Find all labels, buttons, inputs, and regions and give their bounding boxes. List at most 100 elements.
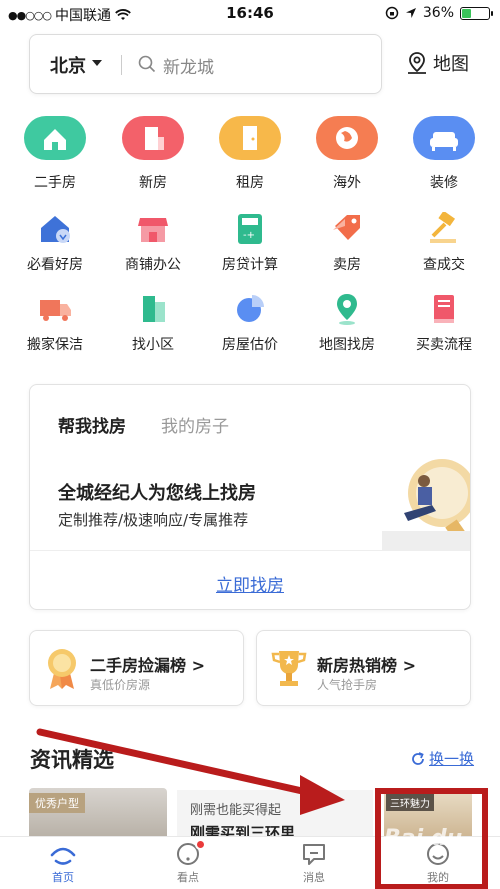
status-bar: ●●○○○ 中国联通 16:46 36% xyxy=(0,0,500,26)
service-mortgage-calc[interactable]: -+ 房贷计算 xyxy=(205,212,295,274)
category-rent[interactable]: 租房 xyxy=(205,116,295,192)
globe-icon xyxy=(316,116,378,160)
service-label: 查成交 xyxy=(423,257,465,273)
ranking-title: 二手房捡漏榜 > xyxy=(90,652,205,676)
news-tag: 优秀户型 xyxy=(29,793,85,813)
service-process[interactable]: 买卖流程 xyxy=(399,292,489,354)
card-headline: 全城经纪人为您线上找房 xyxy=(58,483,256,504)
ranking-title-text: 二手房捡漏榜 xyxy=(90,656,187,675)
search-input[interactable]: 新龙城 xyxy=(163,53,214,78)
service-transactions[interactable]: 查成交 xyxy=(399,210,489,274)
search-icon xyxy=(138,55,156,73)
calculator-icon: -+ xyxy=(232,212,268,246)
tab-label: 我的 xyxy=(427,871,449,884)
ranking-title-text: 新房热销榜 xyxy=(317,656,398,675)
message-icon xyxy=(300,841,328,867)
pie-chart-icon xyxy=(232,292,268,326)
city-selector[interactable]: 北京 xyxy=(50,52,86,78)
news-item-1[interactable]: 优秀户型 xyxy=(29,788,167,836)
battery-icon xyxy=(460,6,493,20)
divider xyxy=(30,550,470,551)
door-icon xyxy=(219,116,281,160)
watermark: Bai du xyxy=(384,826,463,851)
service-sell[interactable]: 卖房 xyxy=(302,212,392,274)
news-caption: 刚需也能买得起 xyxy=(190,803,282,818)
tab-discover[interactable]: 看点 xyxy=(148,839,228,885)
service-label: 商铺办公 xyxy=(125,257,181,273)
chevron-right-icon: > xyxy=(402,656,416,675)
refresh-label: 换一换 xyxy=(429,750,475,768)
new-home-hot-ranking[interactable]: 新房热销榜 > 人气抢手房 xyxy=(256,630,471,706)
tab-label: 首页 xyxy=(52,871,74,884)
service-must-see[interactable]: 必看好房 xyxy=(10,212,100,274)
refresh-icon xyxy=(412,751,424,765)
map-label: 地图 xyxy=(433,54,469,75)
service-label: 房贷计算 xyxy=(222,257,278,273)
service-label: 地图找房 xyxy=(319,337,375,353)
ranking-subtitle: 人气抢手房 xyxy=(317,678,378,692)
map-button[interactable]: 地图 xyxy=(405,50,469,76)
category-label: 租房 xyxy=(236,175,264,191)
find-now-link[interactable]: 立即找房 xyxy=(30,571,470,596)
news-tag: 三环魅力 xyxy=(386,794,434,811)
news-section-title: 资讯精选 xyxy=(30,748,114,772)
refresh-button[interactable]: 换一换 xyxy=(410,748,474,769)
service-label: 房屋估价 xyxy=(222,337,278,353)
tab-help-find[interactable]: 帮我找房 xyxy=(58,412,126,437)
service-label: 卖房 xyxy=(333,257,361,273)
service-row-1: 必看好房 商铺办公 -+ 房贷计算 卖房 查成交 xyxy=(0,210,500,274)
ranking-subtitle: 真低价房源 xyxy=(90,678,151,692)
gavel-icon xyxy=(426,210,462,246)
svg-text:-+: -+ xyxy=(243,230,255,241)
find-home-card: 帮我找房 我的房子 全城经纪人为您线上找房 定制推荐/极速响应/专属推荐 立即找… xyxy=(29,384,471,610)
notification-dot xyxy=(195,839,206,850)
map-pin-icon xyxy=(329,292,365,326)
category-label: 二手房 xyxy=(34,175,76,191)
shop-icon xyxy=(135,212,171,246)
map-pin-icon xyxy=(408,52,426,74)
rotation-lock-icon xyxy=(385,6,399,20)
category-label: 新房 xyxy=(139,175,167,191)
ranking-title: 新房热销榜 > xyxy=(317,652,416,676)
divider xyxy=(121,55,122,75)
news-item-2[interactable]: 刚需也能买得起 刚需买到三环里 xyxy=(177,790,373,842)
price-tag-icon xyxy=(329,212,365,246)
secondhand-deals-ranking[interactable]: 二手房捡漏榜 > 真低价房源 xyxy=(29,630,244,706)
caret-down-icon[interactable] xyxy=(92,60,102,66)
truck-icon xyxy=(37,292,73,326)
category-label: 装修 xyxy=(430,175,458,191)
service-valuation[interactable]: 房屋估价 xyxy=(205,292,295,354)
service-label: 搬家保洁 xyxy=(27,337,83,353)
service-find-community[interactable]: 找小区 xyxy=(108,292,198,354)
house-heart-icon xyxy=(37,212,73,246)
category-secondhand[interactable]: 二手房 xyxy=(10,116,100,192)
home-icon xyxy=(49,841,77,867)
search-bar[interactable]: 北京 新龙城 xyxy=(29,34,382,94)
service-label: 买卖流程 xyxy=(416,337,472,353)
tab-messages[interactable]: 消息 xyxy=(274,841,354,885)
tab-my-house[interactable]: 我的房子 xyxy=(161,412,229,437)
tab-home[interactable]: 首页 xyxy=(23,841,103,885)
tab-label: 看点 xyxy=(177,871,199,884)
service-label: 必看好房 xyxy=(27,257,83,273)
service-shop-office[interactable]: 商铺办公 xyxy=(108,212,198,274)
category-overseas[interactable]: 海外 xyxy=(302,116,392,192)
service-moving[interactable]: 搬家保洁 xyxy=(10,292,100,354)
discover-icon xyxy=(174,839,206,867)
service-label: 找小区 xyxy=(132,337,174,353)
sofa-icon xyxy=(413,116,475,160)
building-icon xyxy=(135,292,171,326)
battery-percent: 36% xyxy=(422,5,454,21)
magnifier-illustration xyxy=(382,459,470,551)
service-map-search[interactable]: 地图找房 xyxy=(302,292,392,354)
category-decor[interactable]: 装修 xyxy=(399,116,489,192)
category-label: 海外 xyxy=(333,175,361,191)
house-icon xyxy=(24,116,86,160)
main-category-row: 二手房 新房 租房 海外 装修 xyxy=(0,116,500,196)
trophy-icon xyxy=(271,651,307,686)
service-row-2: 搬家保洁 找小区 房屋估价 地图找房 买卖流程 xyxy=(0,292,500,354)
tab-label: 消息 xyxy=(303,871,325,884)
category-new-home[interactable]: 新房 xyxy=(108,116,198,192)
chevron-right-icon: > xyxy=(191,656,205,675)
book-icon xyxy=(426,292,462,326)
